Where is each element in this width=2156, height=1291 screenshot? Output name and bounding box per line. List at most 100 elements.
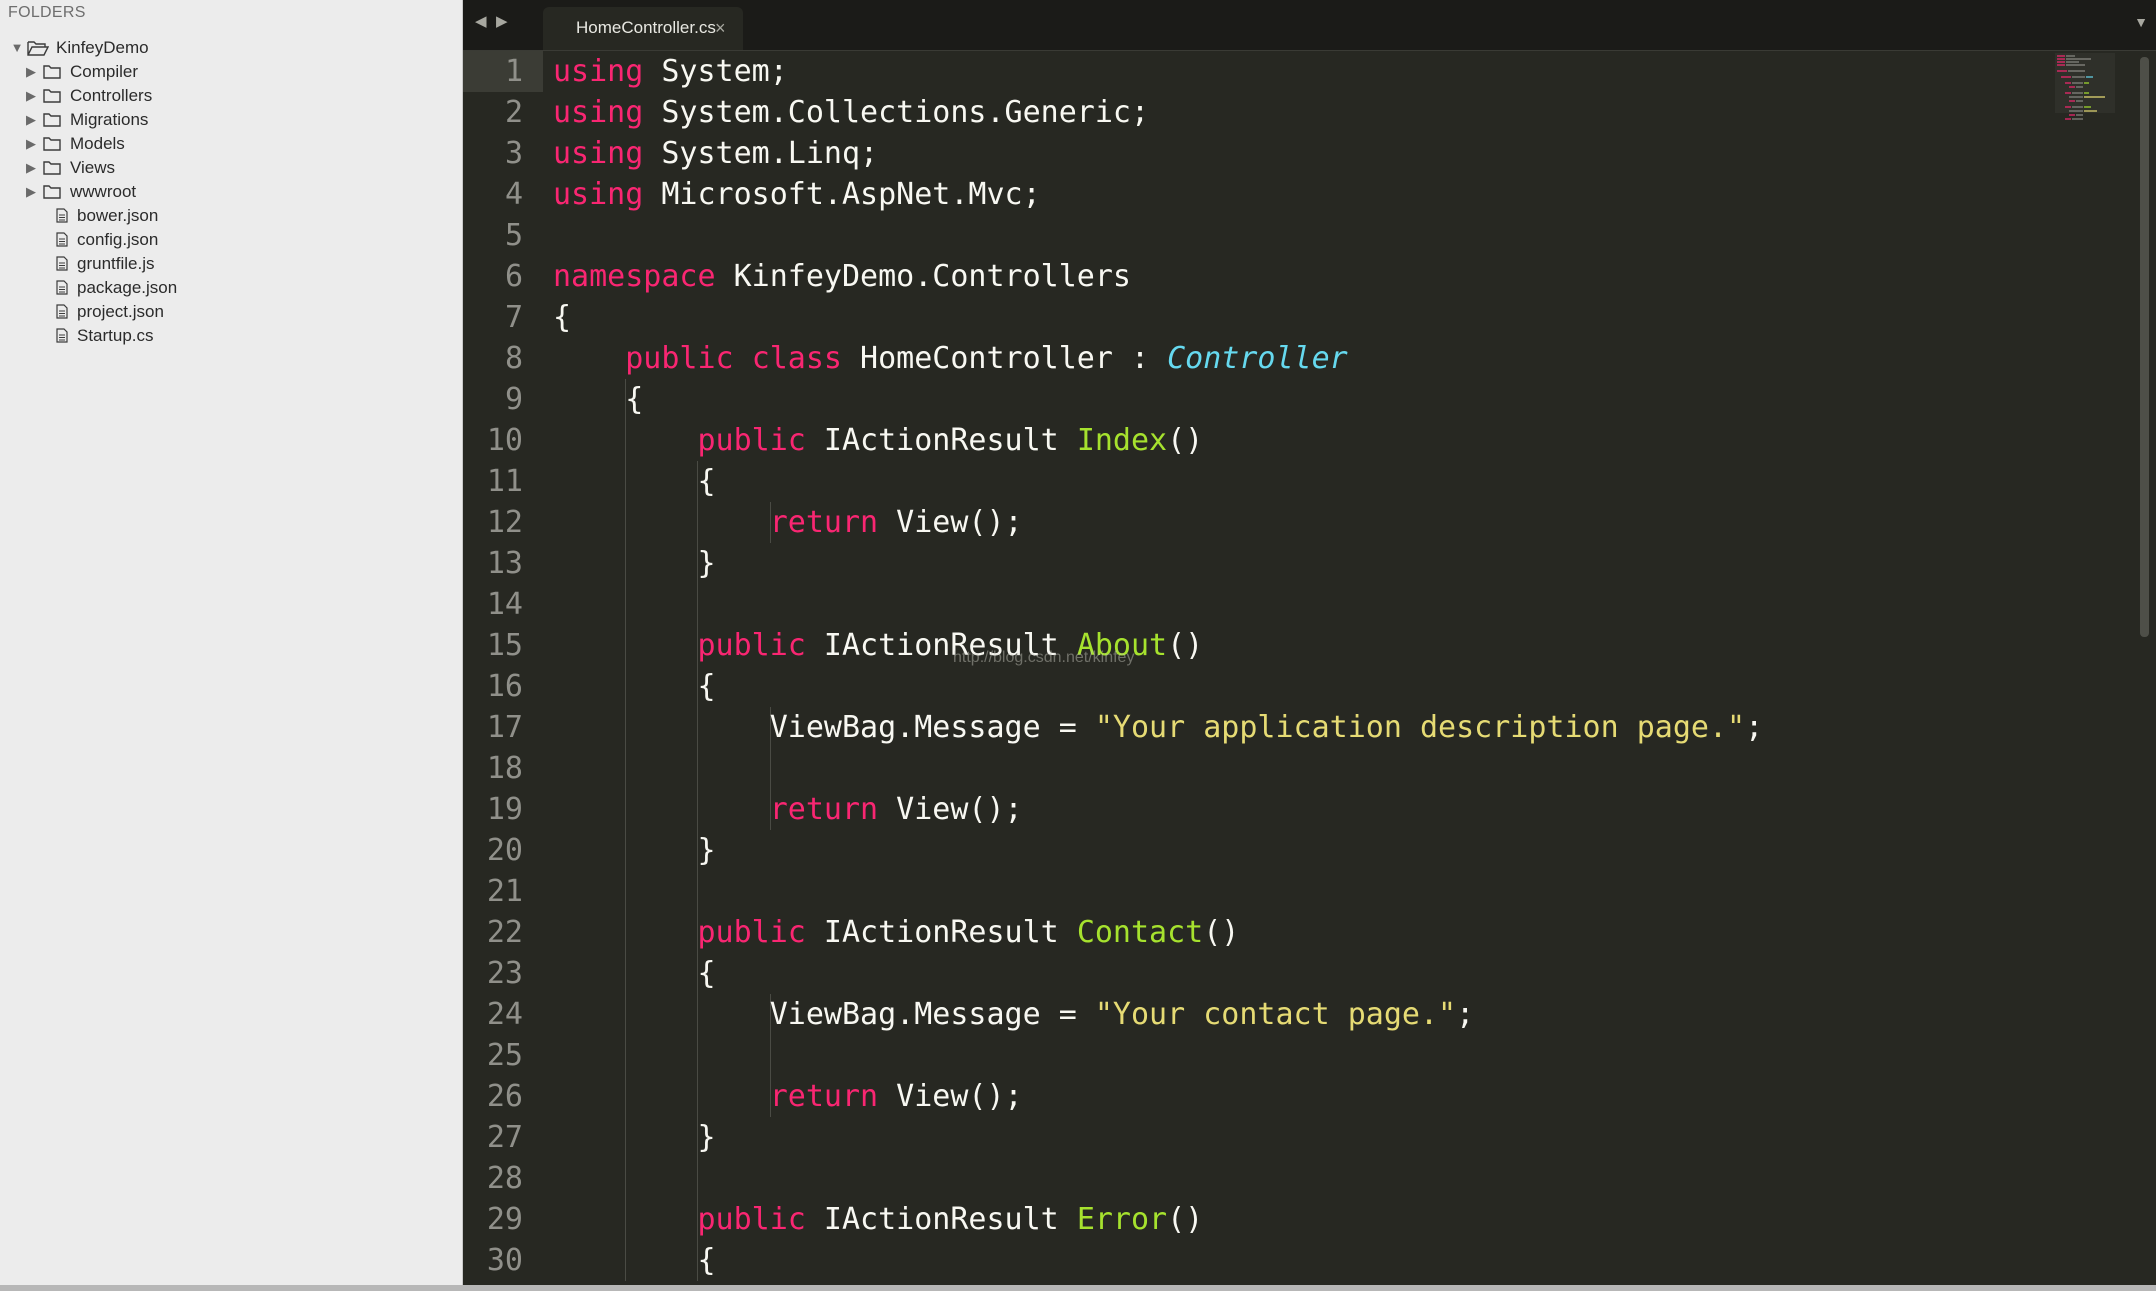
code-token-id: { (553, 300, 572, 335)
code-token-id: IActionResult (805, 423, 1077, 458)
code-token-id: () (1167, 628, 1204, 663)
code-line[interactable]: public class HomeController : Controller (553, 338, 1347, 379)
line-number: 20 (486, 833, 523, 868)
code-line[interactable]: public IActionResult Contact() (553, 912, 1240, 953)
code-line[interactable]: namespace KinfeyDemo.Controllers (553, 256, 1131, 297)
line-number: 5 (504, 218, 523, 253)
code-token-id: } (553, 546, 716, 581)
minimap[interactable] (2055, 53, 2115, 123)
code-token-fn: Index (1076, 423, 1168, 458)
code-line[interactable]: { (553, 666, 716, 707)
code-token-str: "Your application description page." (1094, 710, 1746, 745)
tree-file-label: Startup.cs (77, 325, 154, 345)
code-token-id: } (553, 1120, 716, 1155)
code-token-id: { (553, 382, 644, 417)
nav-forward-icon[interactable]: ▶ (496, 12, 508, 30)
code-token-kw: public (697, 1202, 806, 1237)
code-token-id (553, 628, 698, 663)
line-number: 13 (486, 546, 523, 581)
file-icon (55, 303, 69, 320)
code-line[interactable]: ViewBag.Message = "Your application desc… (553, 707, 1763, 748)
code-token-id: () (1167, 1202, 1204, 1237)
code-token-id: KinfeyDemo.Controllers (715, 259, 1131, 294)
collapsed-triangle-icon[interactable]: ▶ (22, 175, 40, 208)
code-line[interactable]: } (553, 543, 716, 584)
code-token-id: } (553, 833, 716, 868)
code-token-id: Microsoft.AspNet.Mvc; (643, 177, 1041, 212)
code-line[interactable]: return View(); (553, 502, 1023, 543)
code-token-id: { (553, 669, 716, 704)
code-line[interactable]: public IActionResult Error() (553, 1199, 1204, 1240)
code-token-kw: namespace (553, 259, 716, 294)
line-number: 30 (486, 1243, 523, 1278)
close-icon[interactable]: × (715, 18, 726, 39)
file-icon (55, 207, 69, 224)
code-token-id: System.Collections.Generic; (643, 95, 1150, 130)
code-line[interactable]: { (553, 297, 571, 338)
line-number: 6 (504, 259, 523, 294)
code-token-id: IActionResult (805, 1202, 1077, 1237)
line-number: 3 (504, 136, 523, 171)
code-token-id: View(); (878, 505, 1023, 540)
code-line[interactable]: public IActionResult Index() (553, 420, 1204, 461)
code-token-kw: using (553, 95, 644, 130)
nav-back-icon[interactable]: ◀ (475, 12, 487, 30)
code-line[interactable]: { (553, 461, 716, 502)
code-token-id: ; (1456, 997, 1475, 1032)
code-token-kw: using (553, 54, 644, 89)
code-token-kw: class (751, 341, 842, 376)
code-token-id: { (553, 464, 716, 499)
file-icon (55, 279, 69, 296)
code-token-id (553, 423, 698, 458)
code-token-id: { (553, 956, 716, 991)
code-token-id: IActionResult (805, 915, 1077, 950)
code-token-kw: return (769, 505, 879, 540)
file-icon (55, 327, 69, 344)
tree-file[interactable]: Startup.cs (55, 319, 154, 352)
line-number: 12 (486, 505, 523, 540)
code-token-id (734, 341, 752, 376)
code-token-id: System.Linq; (643, 136, 879, 171)
code-line[interactable]: { (553, 1240, 715, 1281)
code-token-id: System; (643, 54, 788, 89)
code-line[interactable]: } (553, 1117, 716, 1158)
code-line[interactable]: using System; (553, 51, 788, 92)
code-line[interactable]: return View(); (553, 789, 1023, 830)
line-number: 22 (486, 915, 523, 950)
code-token-fn: Contact (1076, 915, 1204, 950)
line-number: 18 (486, 751, 523, 786)
code-line[interactable]: ViewBag.Message = "Your contact page."; (553, 994, 1474, 1035)
indent-guide (697, 461, 699, 1281)
code-line[interactable]: using System.Collections.Generic; (553, 92, 1149, 133)
line-number: 9 (504, 382, 523, 417)
code-line[interactable]: } (553, 830, 716, 871)
line-number: 11 (486, 464, 523, 499)
code-token-id (553, 1202, 698, 1237)
code-token-id (553, 505, 770, 540)
code-token-id: View(); (878, 792, 1023, 827)
bottom-edge (0, 1285, 2156, 1291)
tab-homecontroller[interactable]: HomeController.cs × (543, 7, 743, 50)
code-line[interactable]: { (553, 379, 643, 420)
code-token-kw: public (625, 341, 734, 376)
chevron-down-icon[interactable]: ▼ (2134, 14, 2148, 30)
code-line[interactable]: return View(); (553, 1076, 1023, 1117)
code-token-id: View(); (878, 1079, 1023, 1114)
code-editor[interactable]: 1 2 3 4 5 6 7 8 9 10 11 12 13 14 15 16 17 18 19 20 21 22 23 24 2… (463, 51, 2156, 1285)
line-number: 4 (504, 177, 523, 212)
scrollbar-thumb[interactable] (2140, 57, 2149, 637)
code-line[interactable]: using System.Linq; (553, 133, 878, 174)
line-number: 8 (504, 341, 523, 376)
code-token-kw: return (769, 1079, 879, 1114)
line-number: 26 (486, 1079, 523, 1114)
code-token-id: HomeController : (842, 341, 1168, 376)
sidebar: FOLDERS ▼ KinfeyDemo ▶ Compiler ▶ Controlle… (0, 0, 463, 1285)
code-token-id (553, 341, 625, 376)
code-token-id (553, 1079, 770, 1114)
code-token-id: () (1167, 423, 1204, 458)
file-icon (55, 231, 69, 248)
code-line[interactable]: using Microsoft.AspNet.Mvc; (553, 174, 1041, 215)
tab-label: HomeController.cs (576, 18, 716, 37)
code-line[interactable]: { (553, 953, 716, 994)
line-number: 1 (504, 54, 523, 89)
